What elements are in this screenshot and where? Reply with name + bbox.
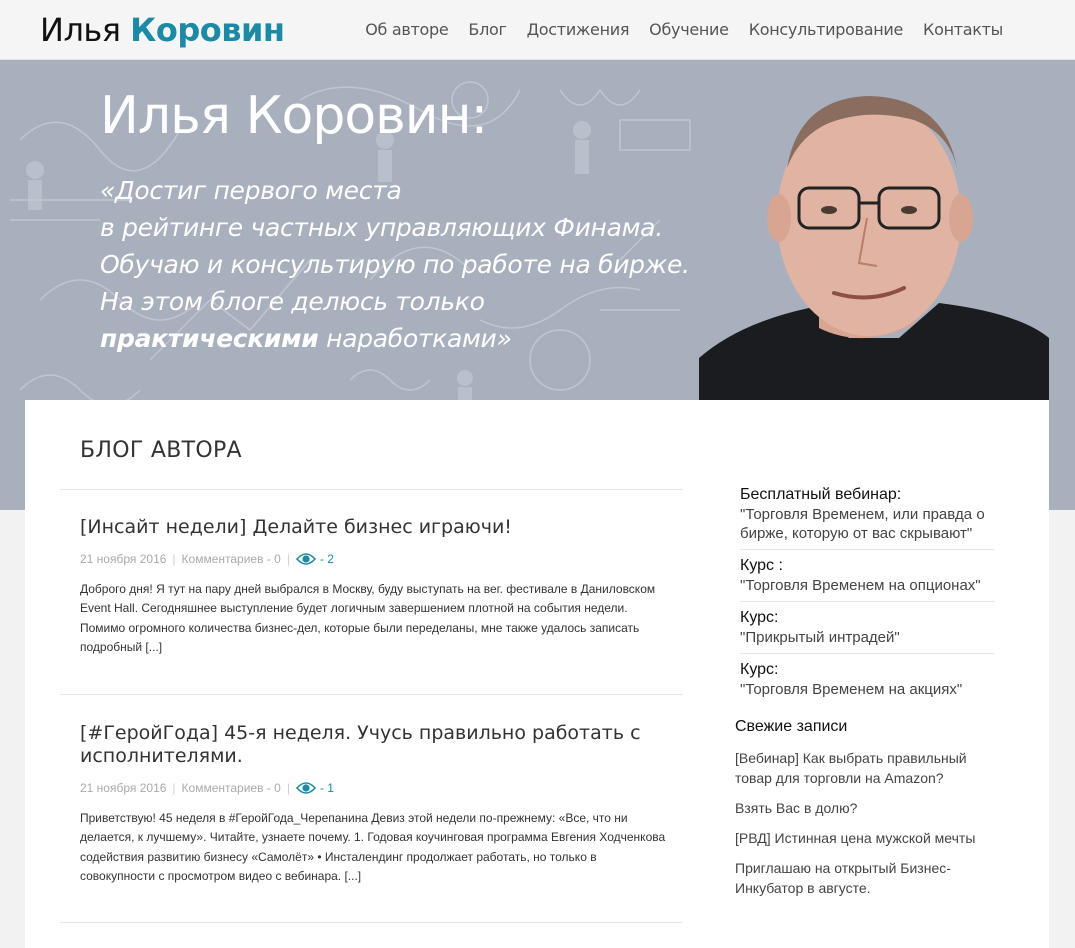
hero-quote-line: в рейтинге частных управляющих Финама. [100,213,663,242]
meta-separator: | [286,552,290,566]
promo-link[interactable]: "Прикрытый интрадей" [740,628,995,647]
blog-post: [Инсайт недели] Делайте бизнес играючи! … [80,516,670,658]
site-logo[interactable]: Илья Коровин [40,10,285,50]
promo-label: Курс: [740,661,779,678]
hero-quote-line: На этом блоге делюсь только [100,287,485,316]
hero-quote-line: практическими наработками» [100,320,720,357]
post-views: - 2 [295,552,334,566]
divider [60,922,683,923]
meta-separator: | [172,781,176,795]
nav-item-about[interactable]: Об авторе [365,20,449,39]
post-meta: 21 ноября 2016 | Комментариев - 0 | - 2 [80,552,670,566]
nav-item-achievements[interactable]: Достижения [527,20,630,39]
main-content: БЛОГ АВТОРА [Инсайт недели] Делайте бизн… [25,400,1049,948]
sidebar-promo: Курс: "Прикрытый интрадей" [740,608,995,654]
recent-posts-list: [Вебинар] Как выбрать правильный товар д… [735,748,995,898]
hero-title: Илья Коровин: [100,86,488,146]
post-views: - 1 [295,781,334,795]
sidebar-promo: Курс: "Торговля Временем на акциях" [740,660,995,705]
recent-posts-heading: Свежие записи [735,718,848,735]
recent-post-link[interactable]: [РВД] Истинная цена мужской мечты [735,830,975,846]
hero-quote-line: Обучаю и консультирую по работе на бирже… [100,250,690,279]
post-title[interactable]: [Инсайт недели] Делайте бизнес играючи! [80,516,670,539]
eye-icon [295,553,316,565]
post-excerpt: Приветствую! 45 неделя в #ГеройГода_Чере… [80,811,666,884]
hero-quote-emphasis: практическими [100,324,319,353]
recent-post-item: [РВД] Истинная цена мужской мечты [735,828,995,848]
eye-icon [295,782,316,794]
nav-item-education[interactable]: Обучение [649,20,729,39]
post-comments[interactable]: Комментариев - 0 [182,552,281,566]
logo-first-name: Илья [40,11,121,49]
post-date: 21 ноября 2016 [80,552,167,566]
promo-label: Курс : [740,557,783,574]
sidebar: Бесплатный вебинар: "Торговля Временем, … [735,485,995,908]
recent-post-item: Приглашаю на открытый Бизнес-Инкубатор в… [735,858,995,898]
author-portrait [699,88,1049,400]
nav-item-contacts[interactable]: Контакты [923,20,1003,39]
post-excerpt: Доброго дня! Я тут на пару дней выбрался… [80,582,656,655]
blog-post: [#ГеройГода] 45-я неделя. Учусь правильн… [80,722,670,887]
promo-link[interactable]: "Торговля Временем, или правда о бирже, … [740,505,995,543]
promo-link[interactable]: "Торговля Временем на акциях" [740,680,995,699]
site-header: Илья Коровин Об авторе Блог Достижения О… [0,0,1075,60]
divider [60,489,683,490]
post-date: 21 ноября 2016 [80,781,167,795]
blog-heading: БЛОГ АВТОРА [80,438,242,463]
post-views-count: - 2 [319,552,334,566]
recent-post-link[interactable]: [Вебинар] Как выбрать правильный товар д… [735,750,967,786]
divider [60,694,683,695]
meta-separator: | [172,552,176,566]
post-views-count: - 1 [319,781,334,795]
post-title[interactable]: [#ГеройГода] 45-я неделя. Учусь правильн… [80,722,670,768]
recent-post-item: Взять Вас в долю? [735,798,995,818]
meta-separator: | [286,781,290,795]
sidebar-promo: Курс : "Торговля Временем на опционах" [740,556,995,602]
promo-label: Курс: [740,609,779,626]
nav-item-blog[interactable]: Блог [468,20,507,39]
recent-post-link[interactable]: Приглашаю на открытый Бизнес-Инкубатор в… [735,860,951,896]
post-meta: 21 ноября 2016 | Комментариев - 0 | - 1 [80,781,670,795]
promo-link[interactable]: "Торговля Временем на опционах" [740,576,995,595]
recent-post-link[interactable]: Взять Вас в долю? [735,800,857,816]
promo-label: Бесплатный вебинар: [740,486,902,503]
hero-quote-line: «Достиг первого места [100,176,402,205]
nav-item-consulting[interactable]: Консультирование [749,20,904,39]
hero-quote-end: наработками» [318,324,512,353]
main-nav: Об авторе Блог Достижения Обучение Консу… [365,20,1003,39]
post-comments[interactable]: Комментариев - 0 [182,781,281,795]
hero-quote: «Достиг первого места в рейтинге частных… [100,172,720,357]
recent-post-item: [Вебинар] Как выбрать правильный товар д… [735,748,995,788]
sidebar-promo: Бесплатный вебинар: "Торговля Временем, … [740,485,995,550]
logo-last-name: Коровин [130,11,285,49]
